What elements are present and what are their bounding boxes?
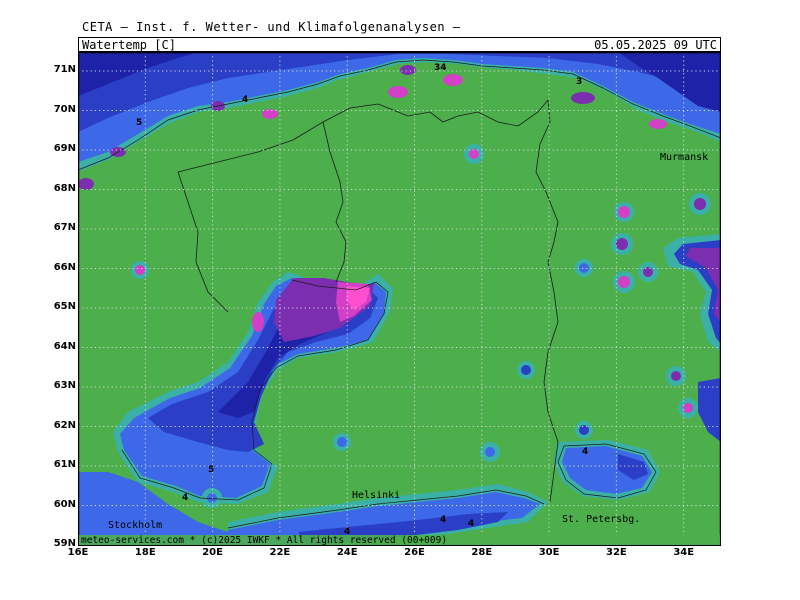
parameter-label: Watertemp_[C] — [82, 38, 176, 52]
contour-label: 5 — [136, 118, 142, 128]
north-coast-warm-1 — [388, 86, 408, 98]
lon-label: 22E — [269, 547, 291, 558]
lon-label: 18E — [134, 547, 156, 558]
contour-label: 4 — [582, 447, 588, 457]
north-coast-warm-3 — [400, 65, 416, 75]
lat-label: 64N — [53, 340, 76, 352]
lat-label: 69N — [53, 143, 76, 154]
lat-label: 68N — [53, 182, 76, 194]
lon-label: 34E — [673, 547, 695, 558]
lat-label: 60N — [53, 498, 76, 510]
lat-label: 62N — [53, 419, 76, 431]
lat-label: 71N — [53, 64, 76, 75]
lon-label: 24E — [336, 547, 358, 558]
copyright-text: meteo-services.com * (c)2025 IWKF * All … — [81, 535, 447, 546]
lon-label: 26E — [404, 547, 425, 558]
place-murmansk: Murmansk — [660, 152, 708, 163]
contour-label: 5 — [208, 465, 214, 475]
north-coast-warm-7 — [649, 119, 667, 129]
contour-label: 4 — [468, 519, 474, 529]
lat-label: 65N — [53, 301, 76, 312]
lat-label: 67N — [53, 222, 76, 233]
valid-time: 05.05.2025 09 UTC — [594, 38, 717, 52]
lon-label: 16E — [67, 547, 89, 558]
place-helsinki: Helsinki — [352, 490, 400, 501]
bothnian-coast-warm — [252, 312, 264, 332]
contour-label: 3 — [576, 77, 582, 87]
lat-label: 70N — [53, 103, 76, 115]
contour-label: 4 — [182, 493, 188, 503]
lon-label: 20E — [202, 547, 223, 558]
north-coast-warm-6 — [571, 92, 595, 104]
lat-label: 63N — [53, 380, 76, 391]
lon-label: 28E — [471, 547, 493, 558]
contour-label: 34 — [434, 63, 447, 73]
north-coast-warm-9 — [78, 178, 94, 190]
map-title-bar: Watertemp_[C] 05.05.2025 09 UTC — [78, 37, 721, 52]
lat-label: 66N — [53, 261, 76, 273]
north-coast-warm-2 — [443, 74, 463, 86]
water-temperature-map: Murmansk Helsinki Stockholm St. Petersbg… — [78, 52, 721, 546]
lon-label: 30E — [538, 547, 560, 558]
place-stockholm: Stockholm — [108, 520, 162, 531]
source-header: CETA — Inst. f. Wetter- und Klimafolgena… — [82, 20, 461, 34]
contour-label: 4 — [242, 95, 248, 105]
lat-label: 61N — [53, 459, 76, 470]
contour-label: 4 — [440, 515, 446, 525]
lon-label: 32E — [606, 547, 627, 558]
place-stpetersburg: St. Petersbg. — [562, 514, 640, 525]
